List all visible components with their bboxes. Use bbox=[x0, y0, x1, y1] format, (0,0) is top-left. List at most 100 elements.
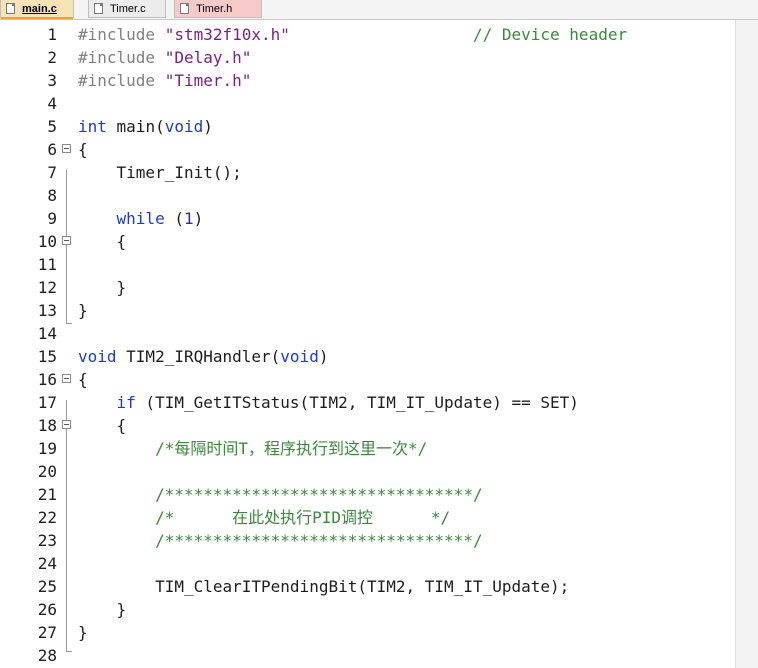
code-line[interactable]: 23 /********************************/ bbox=[0, 529, 735, 552]
code-token: { bbox=[78, 416, 127, 435]
line-number: 4 bbox=[47, 94, 57, 113]
tab-label: Timer.c bbox=[110, 2, 146, 15]
line-number: 18 bbox=[37, 416, 57, 435]
code-line[interactable]: 14 bbox=[0, 322, 735, 345]
code-line[interactable]: 9 while (1) bbox=[0, 207, 735, 230]
code-token: 1 bbox=[183, 209, 194, 228]
vertical-scrollbar[interactable] bbox=[735, 20, 758, 668]
line-number: 2 bbox=[47, 48, 57, 67]
code-line[interactable]: 24 bbox=[0, 552, 735, 575]
line-number: 9 bbox=[47, 209, 57, 228]
line-number: 19 bbox=[37, 439, 57, 458]
line-number: 21 bbox=[37, 485, 57, 504]
line-number: 16 bbox=[37, 370, 57, 389]
fold-toggle-icon[interactable] bbox=[62, 420, 71, 429]
fold-toggle-icon[interactable] bbox=[62, 374, 71, 383]
line-number: 15 bbox=[37, 347, 57, 366]
code-token: ) bbox=[318, 347, 329, 366]
line-number: 24 bbox=[37, 554, 57, 573]
code-line[interactable]: 4 bbox=[0, 92, 735, 115]
line-number: 5 bbox=[47, 117, 57, 136]
code-token: } bbox=[78, 600, 127, 619]
code-text: #include "stm32f10x.h" // Device header bbox=[78, 23, 627, 46]
code-text: } bbox=[78, 621, 88, 644]
code-line[interactable]: 7 Timer_Init(); bbox=[0, 161, 735, 184]
code-line[interactable]: 12 } bbox=[0, 276, 735, 299]
code-text: #include "Delay.h" bbox=[78, 46, 251, 69]
code-line[interactable]: 13} bbox=[0, 299, 735, 322]
code-text: int main(void) bbox=[78, 115, 213, 138]
line-number: 28 bbox=[37, 646, 57, 665]
line-number: 3 bbox=[47, 71, 57, 90]
code-text: Timer_Init(); bbox=[78, 161, 242, 184]
code-token: { bbox=[78, 370, 88, 389]
code-token: int bbox=[78, 117, 107, 136]
line-number: 12 bbox=[37, 278, 57, 297]
code-line[interactable]: 8 bbox=[0, 184, 735, 207]
code-line[interactable]: 22 /* 在此处执行PID调控 */ bbox=[0, 506, 735, 529]
line-number: 13 bbox=[37, 301, 57, 320]
code-token: if bbox=[116, 393, 136, 412]
code-text: /********************************/ bbox=[78, 529, 483, 552]
code-token: /* 在此处执行PID调控 */ bbox=[155, 508, 451, 527]
code-editor[interactable]: 1 #include "stm32f10x.h" // Device header… bbox=[0, 20, 735, 668]
code-line[interactable]: 1 #include "stm32f10x.h" // Device header bbox=[0, 23, 735, 46]
code-line[interactable]: 26 } bbox=[0, 598, 735, 621]
fold-toggle-icon[interactable] bbox=[62, 144, 71, 153]
code-token: void bbox=[78, 347, 117, 366]
code-line[interactable]: 11 bbox=[0, 253, 735, 276]
line-number: 10 bbox=[37, 232, 57, 251]
code-token: while bbox=[116, 209, 165, 228]
code-text: { bbox=[78, 138, 88, 161]
code-line[interactable]: 27} bbox=[0, 621, 735, 644]
tab-timer-c[interactable]: Timer.c bbox=[88, 0, 166, 18]
code-text: /* 在此处执行PID调控 */ bbox=[78, 506, 450, 529]
code-line[interactable]: 15 void TIM2_IRQHandler(void) bbox=[0, 345, 735, 368]
tab-label: Timer.h bbox=[196, 2, 233, 15]
code-line[interactable]: 18 { bbox=[0, 414, 735, 437]
line-number: 25 bbox=[37, 577, 57, 596]
code-text: { bbox=[78, 414, 127, 437]
code-line[interactable]: 6{ bbox=[0, 138, 735, 161]
code-line[interactable]: 20 bbox=[0, 460, 735, 483]
code-token: void bbox=[280, 347, 319, 366]
code-line[interactable]: 25 TIM_ClearITPendingBit(TIM2, TIM_IT_Up… bbox=[0, 575, 735, 598]
line-number: 8 bbox=[47, 186, 57, 205]
code-token: { bbox=[78, 140, 88, 159]
file-icon bbox=[180, 3, 189, 14]
code-token: { bbox=[78, 232, 127, 251]
code-token: /********************************/ bbox=[155, 531, 483, 550]
code-line[interactable]: 16 { bbox=[0, 368, 735, 391]
code-token: ) bbox=[193, 209, 204, 228]
code-line[interactable]: 5 int main(void) bbox=[0, 115, 735, 138]
code-token: "Timer.h" bbox=[164, 71, 252, 90]
code-text: while (1) bbox=[78, 207, 204, 230]
line-number: 14 bbox=[37, 324, 57, 343]
code-line[interactable]: 2 #include "Delay.h" bbox=[0, 46, 735, 69]
line-number: 27 bbox=[37, 623, 57, 642]
fold-toggle-icon[interactable] bbox=[62, 236, 71, 245]
code-token: } bbox=[78, 278, 127, 297]
line-number: 7 bbox=[47, 163, 57, 182]
code-token: "Delay.h" bbox=[164, 48, 252, 67]
code-line[interactable]: 28 bbox=[0, 644, 735, 667]
code-line[interactable]: 3 #include "Timer.h" bbox=[0, 69, 735, 92]
code-token: ) bbox=[203, 117, 213, 136]
code-token: main( bbox=[106, 117, 165, 136]
code-line[interactable]: 10 { bbox=[0, 230, 735, 253]
code-text: if (TIM_GetITStatus(TIM2, TIM_IT_Update)… bbox=[78, 391, 579, 414]
code-line[interactable]: 17 if (TIM_GetITStatus(TIM2, TIM_IT_Upda… bbox=[0, 391, 735, 414]
code-token: } bbox=[78, 301, 88, 320]
code-token: /*每隔时间T，程序执行到这里一次*/ bbox=[155, 439, 428, 458]
tab-main-c[interactable]: main.c bbox=[0, 0, 74, 19]
code-line[interactable]: 19 /*每隔时间T，程序执行到这里一次*/ bbox=[0, 437, 735, 460]
file-tab-bar: main.c Timer.c Timer.h bbox=[0, 0, 758, 20]
code-line[interactable]: 21 /********************************/ bbox=[0, 483, 735, 506]
code-text: { bbox=[78, 368, 88, 391]
tab-timer-h[interactable]: Timer.h bbox=[174, 0, 262, 18]
